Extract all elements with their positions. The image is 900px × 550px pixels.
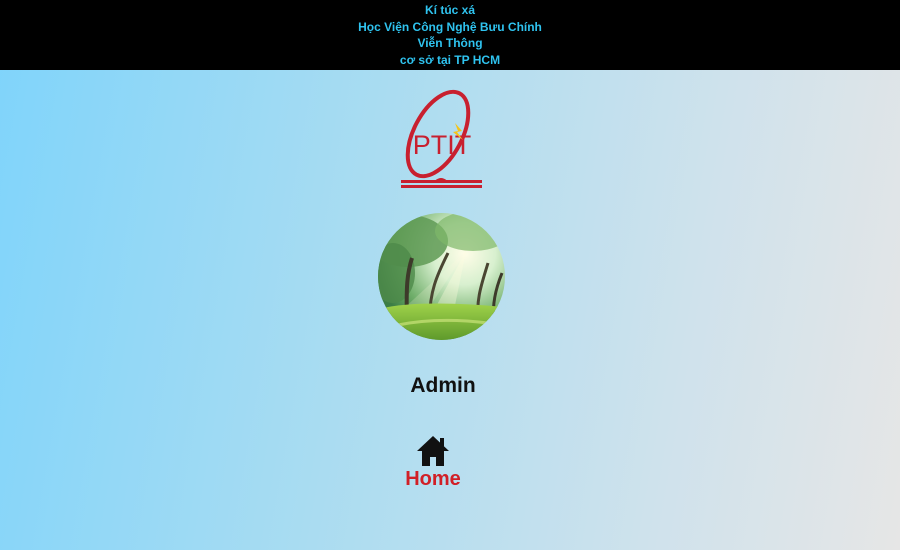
header-title-line2: Học Viện Công Nghệ Bưu Chính xyxy=(358,19,542,34)
home-label[interactable]: Home xyxy=(393,469,473,489)
header-title-line4: cơ sở tại TP HCM xyxy=(399,52,501,67)
ptit-logo-text: PTIT xyxy=(413,130,472,160)
home-nav-button[interactable]: Home xyxy=(393,433,473,489)
forest-avatar xyxy=(378,213,505,340)
header-title-line3: Viễn Thông xyxy=(417,36,483,50)
home-icon xyxy=(417,436,449,466)
site-header: Kí túc xá Học Viện Công Nghệ Bưu Chính V… xyxy=(0,0,900,70)
ptit-logo: PTIT xyxy=(401,89,482,188)
avatar xyxy=(378,213,505,340)
header-title-line1: Kí túc xá xyxy=(424,3,475,17)
username-label: Admin xyxy=(410,374,476,397)
